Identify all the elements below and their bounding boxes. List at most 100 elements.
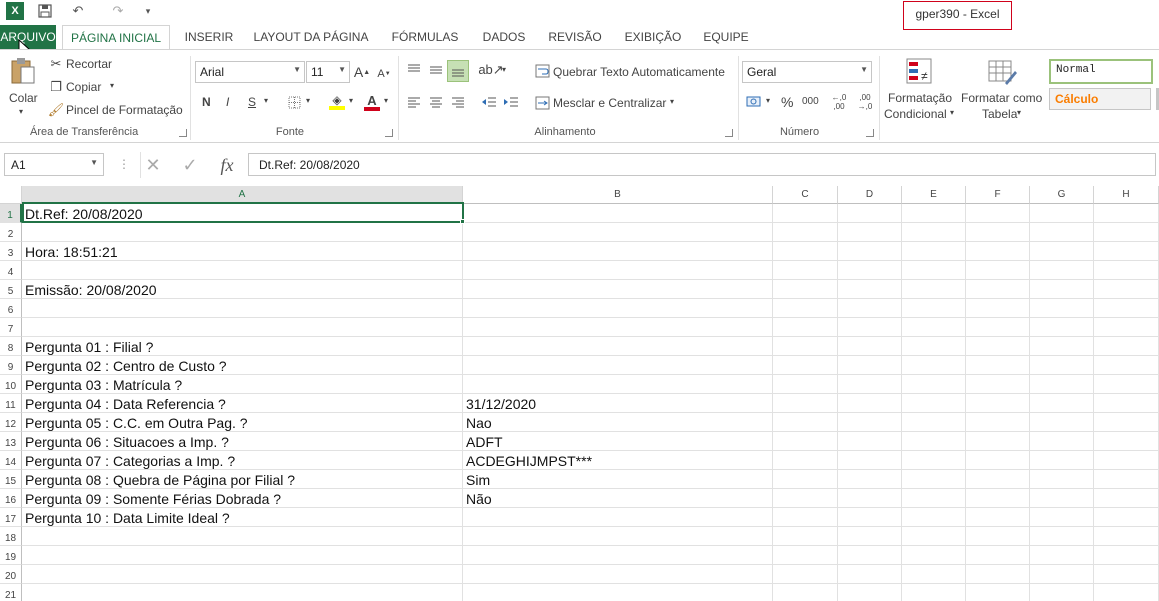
cell-a5[interactable]: Emissão: 20/08/2020 xyxy=(22,280,463,299)
cell-f18[interactable] xyxy=(966,527,1030,546)
tab-layout-da-pagina[interactable]: LAYOUT DA PÁGINA xyxy=(250,25,372,49)
format-as-table-icon[interactable] xyxy=(986,56,1018,88)
borders-icon[interactable] xyxy=(286,94,302,110)
cell-e6[interactable] xyxy=(902,299,966,318)
cell-f21[interactable] xyxy=(966,584,1030,601)
conditional-formatting-label-1[interactable]: Formatação xyxy=(888,91,952,105)
wrap-text-button[interactable]: Quebrar Texto Automaticamente xyxy=(553,65,725,79)
cell-d18[interactable] xyxy=(838,527,902,546)
cell-d7[interactable] xyxy=(838,318,902,337)
cell-b21[interactable] xyxy=(463,584,773,601)
row-header[interactable]: 1 xyxy=(0,204,22,223)
cell-a21[interactable] xyxy=(22,584,463,601)
cell-h20[interactable] xyxy=(1094,565,1159,584)
cell-d5[interactable] xyxy=(838,280,902,299)
cell-c9[interactable] xyxy=(773,356,838,375)
cell-d13[interactable] xyxy=(838,432,902,451)
cell-f11[interactable] xyxy=(966,394,1030,413)
cell-g15[interactable] xyxy=(1030,470,1094,489)
cell-h1[interactable] xyxy=(1094,204,1159,223)
cell-c7[interactable] xyxy=(773,318,838,337)
row-header[interactable]: 5 xyxy=(0,280,22,299)
cell-a7[interactable] xyxy=(22,318,463,337)
cell-e20[interactable] xyxy=(902,565,966,584)
format-as-table-label-2[interactable]: Tabela xyxy=(982,107,1017,121)
cell-d2[interactable] xyxy=(838,223,902,242)
row-header[interactable]: 9 xyxy=(0,356,22,375)
cell-h16[interactable] xyxy=(1094,489,1159,508)
tab-exibicao[interactable]: EXIBIÇÃO xyxy=(618,25,688,49)
cell-h11[interactable] xyxy=(1094,394,1159,413)
increase-font-icon[interactable]: A ▲ xyxy=(354,62,370,82)
accounting-dropdown-icon[interactable]: ▾ xyxy=(766,96,770,105)
row-header[interactable]: 10 xyxy=(0,375,22,394)
cell-e13[interactable] xyxy=(902,432,966,451)
cell-e15[interactable] xyxy=(902,470,966,489)
fill-handle[interactable] xyxy=(460,219,465,224)
alignment-launcher-icon[interactable] xyxy=(725,129,733,137)
cell-b16[interactable]: Não xyxy=(463,489,773,508)
tab-formulas[interactable]: FÓRMULAS xyxy=(386,25,464,49)
cell-g8[interactable] xyxy=(1030,337,1094,356)
decrease-indent-icon[interactable] xyxy=(479,93,499,111)
cancel-icon[interactable]: ✕ xyxy=(143,155,163,175)
cell-e8[interactable] xyxy=(902,337,966,356)
cell-a8[interactable]: Pergunta 01 : Filial ? xyxy=(22,337,463,356)
cell-e18[interactable] xyxy=(902,527,966,546)
cell-e17[interactable] xyxy=(902,508,966,527)
cell-g5[interactable] xyxy=(1030,280,1094,299)
enter-icon[interactable]: ✓ xyxy=(180,155,200,175)
cell-g3[interactable] xyxy=(1030,242,1094,261)
cell-g7[interactable] xyxy=(1030,318,1094,337)
row-header[interactable]: 4 xyxy=(0,261,22,280)
cell-h14[interactable] xyxy=(1094,451,1159,470)
cell-e2[interactable] xyxy=(902,223,966,242)
underline-dropdown-icon[interactable]: ▾ xyxy=(264,96,268,105)
cell-g6[interactable] xyxy=(1030,299,1094,318)
cell-e11[interactable] xyxy=(902,394,966,413)
cell-h4[interactable] xyxy=(1094,261,1159,280)
cell-b1[interactable] xyxy=(463,204,773,223)
font-color-dropdown-icon[interactable]: ▾ xyxy=(384,96,388,105)
cell-c3[interactable] xyxy=(773,242,838,261)
cell-d14[interactable] xyxy=(838,451,902,470)
cell-e16[interactable] xyxy=(902,489,966,508)
cell-f17[interactable] xyxy=(966,508,1030,527)
percent-button[interactable]: % xyxy=(781,94,793,110)
cell-a14[interactable]: Pergunta 07 : Categorias a Imp. ? xyxy=(22,451,463,470)
cell-a6[interactable] xyxy=(22,299,463,318)
save-icon[interactable] xyxy=(35,2,55,20)
cell-c2[interactable] xyxy=(773,223,838,242)
cell-b10[interactable] xyxy=(463,375,773,394)
cell-a11[interactable]: Pergunta 04 : Data Referencia ? xyxy=(22,394,463,413)
cell-b11[interactable]: 31/12/2020 xyxy=(463,394,773,413)
formula-input[interactable]: Dt.Ref: 20/08/2020 xyxy=(248,153,1156,176)
cell-b2[interactable] xyxy=(463,223,773,242)
chevron-down-icon[interactable]: ▼ xyxy=(90,158,98,167)
cell-h15[interactable] xyxy=(1094,470,1159,489)
cell-d11[interactable] xyxy=(838,394,902,413)
column-header-f[interactable]: F xyxy=(966,186,1030,204)
paste-dropdown-icon[interactable]: ▾ xyxy=(19,107,23,116)
cell-e5[interactable] xyxy=(902,280,966,299)
tab-pagina-inicial[interactable]: PÁGINA INICIAL xyxy=(62,25,170,50)
cell-c17[interactable] xyxy=(773,508,838,527)
cell-h6[interactable] xyxy=(1094,299,1159,318)
cell-g1[interactable] xyxy=(1030,204,1094,223)
align-right-icon[interactable] xyxy=(448,93,468,111)
cell-h17[interactable] xyxy=(1094,508,1159,527)
format-as-table-label-1[interactable]: Formatar como xyxy=(961,91,1042,105)
thousands-separator-button[interactable]: 000 xyxy=(802,96,819,107)
cell-a16[interactable]: Pergunta 09 : Somente Férias Dobrada ? xyxy=(22,489,463,508)
cell-b6[interactable] xyxy=(463,299,773,318)
cell-b20[interactable] xyxy=(463,565,773,584)
cell-a9[interactable]: Pergunta 02 : Centro de Custo ? xyxy=(22,356,463,375)
cell-d21[interactable] xyxy=(838,584,902,601)
format-painter-button[interactable]: Pincel de Formatação xyxy=(66,103,183,117)
column-header-h[interactable]: H xyxy=(1094,186,1159,204)
column-header-e[interactable]: E xyxy=(902,186,966,204)
decrease-decimal-icon[interactable]: ,00 →,0 xyxy=(856,92,874,112)
cell-d10[interactable] xyxy=(838,375,902,394)
cell-c12[interactable] xyxy=(773,413,838,432)
cell-d9[interactable] xyxy=(838,356,902,375)
